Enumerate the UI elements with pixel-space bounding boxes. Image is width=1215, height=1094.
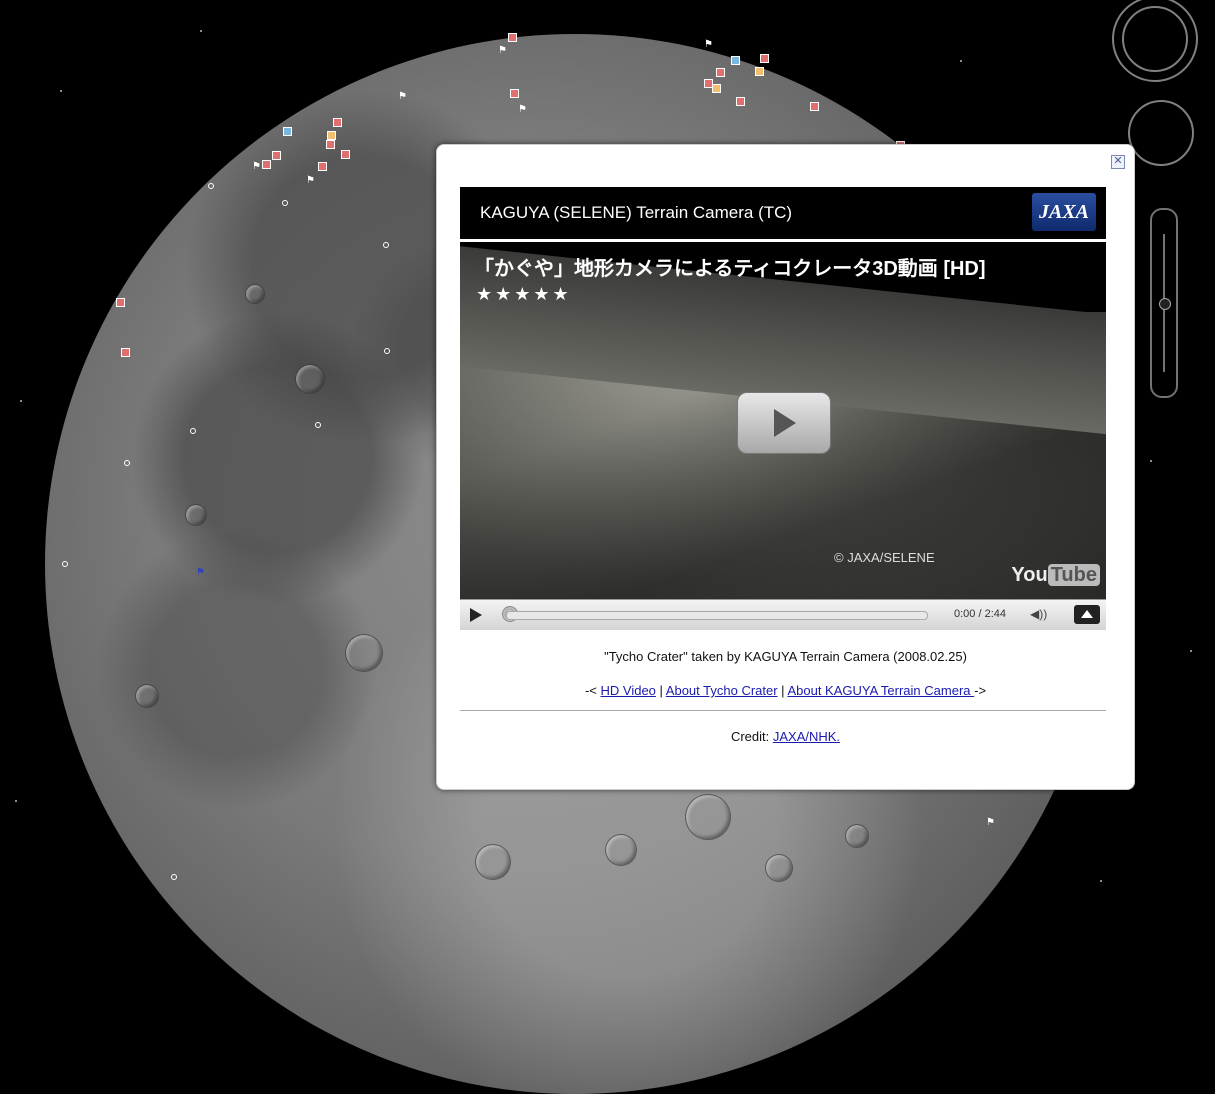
flag-icon[interactable]: ⚑: [398, 92, 407, 102]
crater: [345, 634, 383, 672]
flag-icon[interactable]: ⚑: [196, 568, 205, 578]
video-player[interactable]: 「かぐや」地形カメラによるティコクレータ3D動画 [HD] ★★★★★ © JA…: [460, 242, 1106, 599]
placemark-dot[interactable]: [171, 874, 177, 880]
placemark-dot[interactable]: [383, 242, 389, 248]
flag-icon[interactable]: ⚑: [306, 176, 315, 186]
placemark-marker[interactable]: [508, 33, 517, 42]
placemark-marker[interactable]: [116, 298, 125, 307]
links-prefix: -<: [584, 683, 601, 698]
video-controls: 0:00 / 2:44 ◀)): [460, 599, 1106, 630]
balloon-header: KAGUYA (SELENE) Terrain Camera (TC) JAXA: [460, 187, 1106, 242]
flag-icon[interactable]: ⚑: [518, 105, 527, 115]
info-balloon: ✕ KAGUYA (SELENE) Terrain Camera (TC) JA…: [436, 144, 1135, 790]
placemark-dot[interactable]: [62, 561, 68, 567]
star: [1150, 460, 1152, 462]
links-suffix: ->: [974, 683, 987, 698]
placemark-marker[interactable]: [283, 127, 292, 136]
crater: [765, 854, 793, 882]
placemark-marker[interactable]: [716, 68, 725, 77]
crater: [185, 504, 207, 526]
crater: [295, 364, 325, 394]
placemark-dot[interactable]: [384, 348, 390, 354]
credit-label: Credit:: [730, 729, 773, 744]
star: [20, 400, 22, 402]
about-camera-link[interactable]: About KAGUYA Terrain Camera: [787, 683, 974, 698]
placemark-dot[interactable]: [124, 460, 130, 466]
crater: [685, 794, 731, 840]
placemark-marker[interactable]: [731, 56, 740, 65]
youtube-logo[interactable]: You Tube: [1011, 564, 1100, 587]
fullscreen-button[interactable]: [1074, 605, 1100, 624]
placemark-marker[interactable]: [121, 348, 130, 357]
youtube-logo-tube: Tube: [1047, 564, 1100, 586]
about-tycho-link[interactable]: About Tycho Crater: [666, 683, 778, 698]
star: [15, 800, 17, 802]
crater: [475, 844, 511, 880]
youtube-logo-you: You: [1011, 564, 1048, 586]
credit-line: Credit: JAXA/NHK.: [437, 729, 1134, 744]
placemark-marker[interactable]: [318, 162, 327, 171]
links-separator: |: [777, 683, 788, 698]
credit-link[interactable]: JAXA/NHK.: [773, 729, 840, 744]
zoom-slider-knob[interactable]: [1159, 298, 1171, 310]
placemark-marker[interactable]: [736, 97, 745, 106]
balloon-title: KAGUYA (SELENE) Terrain Camera (TC): [480, 203, 793, 222]
jaxa-logo: JAXA: [1032, 193, 1096, 231]
video-time: 0:00 / 2:44: [954, 608, 1006, 620]
flag-icon[interactable]: ⚑: [704, 40, 713, 50]
hd-video-link[interactable]: HD Video: [601, 683, 656, 698]
star: [1190, 650, 1192, 652]
placemark-marker[interactable]: [262, 160, 271, 169]
divider: [460, 710, 1106, 711]
placemark-marker[interactable]: [326, 140, 335, 149]
video-watermark: © JAXA/SELENE: [834, 550, 935, 565]
placemark-dot[interactable]: [282, 200, 288, 206]
star: [60, 90, 62, 92]
related-links: -< HD Video | About Tycho Crater | About…: [437, 683, 1134, 698]
placemark-marker[interactable]: [760, 54, 769, 63]
placemark-marker[interactable]: [333, 118, 342, 127]
crater: [245, 284, 265, 304]
links-separator: |: [655, 683, 666, 698]
rating-stars: ★★★★★: [476, 284, 572, 304]
video-title[interactable]: 「かぐや」地形カメラによるティコクレータ3D動画 [HD]: [474, 252, 986, 281]
crater: [845, 824, 869, 848]
flag-icon[interactable]: ⚑: [986, 818, 995, 828]
flag-icon[interactable]: ⚑: [498, 46, 507, 56]
placemark-marker[interactable]: [712, 84, 721, 93]
play-button[interactable]: [470, 608, 482, 622]
crater: [135, 684, 159, 708]
move-control[interactable]: [1128, 100, 1194, 166]
placemark-marker[interactable]: [327, 131, 336, 140]
play-icon: [774, 409, 796, 437]
placemark-marker[interactable]: [272, 151, 281, 160]
placemark-marker[interactable]: [510, 89, 519, 98]
close-icon[interactable]: ✕: [1111, 155, 1125, 169]
look-control-inner[interactable]: [1122, 6, 1188, 72]
video-caption: "Tycho Crater" taken by KAGUYA Terrain C…: [604, 649, 967, 664]
progress-bar[interactable]: [506, 611, 928, 620]
placemark-dot[interactable]: [190, 428, 196, 434]
placemark-dot[interactable]: [315, 422, 321, 428]
play-overlay-button[interactable]: [737, 392, 831, 454]
zoom-slider[interactable]: [1150, 208, 1178, 398]
crater: [605, 834, 637, 866]
star: [960, 60, 962, 62]
placemark-marker[interactable]: [810, 102, 819, 111]
placemark-marker[interactable]: [341, 150, 350, 159]
placemark-marker[interactable]: [755, 67, 764, 76]
star: [200, 30, 202, 32]
placemark-dot[interactable]: [208, 183, 214, 189]
volume-icon[interactable]: ◀)): [1030, 607, 1047, 621]
flag-icon[interactable]: ⚑: [252, 162, 261, 172]
star: [1100, 880, 1102, 882]
